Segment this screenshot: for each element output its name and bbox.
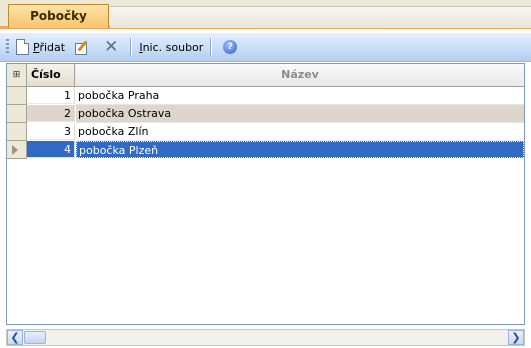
help-button[interactable]: ?: [216, 36, 244, 58]
column-header-cislo[interactable]: Číslo: [27, 64, 75, 86]
toolbar-separator: [210, 38, 213, 56]
delete-icon: ✕: [104, 37, 119, 57]
scroll-left-icon[interactable]: ❮: [7, 330, 23, 345]
help-icon: ?: [223, 40, 238, 54]
scroll-right-icon[interactable]: ❯: [508, 330, 524, 345]
grid-header: ⊞ Číslo Název: [7, 64, 524, 87]
tab-strip-fill: [110, 6, 531, 28]
tab-strip: Pobočky: [0, 0, 531, 29]
delete-button[interactable]: ✕: [96, 36, 126, 58]
new-document-icon: [16, 39, 29, 55]
toolbar: Přidat ✕ Inic. soubor ?: [0, 33, 531, 62]
cell-cislo[interactable]: 4: [27, 141, 75, 158]
add-button-label: Přidat: [33, 40, 66, 54]
cell-cislo[interactable]: 3: [27, 123, 75, 140]
cell-nazev[interactable]: pobočka Praha: [76, 87, 524, 105]
cell-nazev[interactable]: pobočka Ostrava: [76, 105, 524, 123]
tab-pobocky[interactable]: Pobočky: [8, 4, 109, 28]
cell-nazev[interactable]: pobočka Zlín: [76, 123, 524, 141]
edit-button[interactable]: [68, 36, 96, 58]
cell-cislo[interactable]: 2: [27, 105, 75, 122]
scrollbar-thumb[interactable]: [24, 331, 46, 344]
toolbar-separator: [130, 38, 133, 56]
grid-rows: 1 pobočka Praha 2 pobočka Ostrava 3 pobo…: [7, 87, 524, 159]
table-row[interactable]: 3 pobočka Zlín: [7, 123, 524, 141]
add-button[interactable]: Přidat: [13, 36, 68, 58]
row-selector[interactable]: [7, 123, 27, 141]
column-header-nazev[interactable]: Název: [76, 64, 524, 86]
horizontal-scrollbar[interactable]: ❮ ❯: [6, 329, 525, 346]
toolbar-grip[interactable]: [6, 39, 9, 55]
table-row-current[interactable]: 4 pobočka Plzeň: [7, 141, 524, 159]
table-row[interactable]: 1 pobočka Praha: [7, 87, 524, 105]
edit-icon: [74, 40, 90, 55]
row-selector[interactable]: [7, 105, 27, 123]
branches-grid: ⊞ Číslo Název 1 pobočka Praha 2 pobočka …: [6, 63, 525, 325]
cell-cislo[interactable]: 1: [27, 87, 75, 104]
row-selector[interactable]: [7, 87, 27, 105]
current-row-arrow-icon: [12, 145, 18, 155]
init-file-button-label: Inic. soubor: [139, 40, 204, 54]
table-row[interactable]: 2 pobočka Ostrava: [7, 105, 524, 123]
column-chooser-icon[interactable]: ⊞: [7, 64, 27, 86]
init-file-button[interactable]: Inic. soubor: [136, 36, 206, 58]
row-selector[interactable]: [7, 141, 27, 159]
cell-nazev[interactable]: pobočka Plzeň: [76, 141, 524, 158]
